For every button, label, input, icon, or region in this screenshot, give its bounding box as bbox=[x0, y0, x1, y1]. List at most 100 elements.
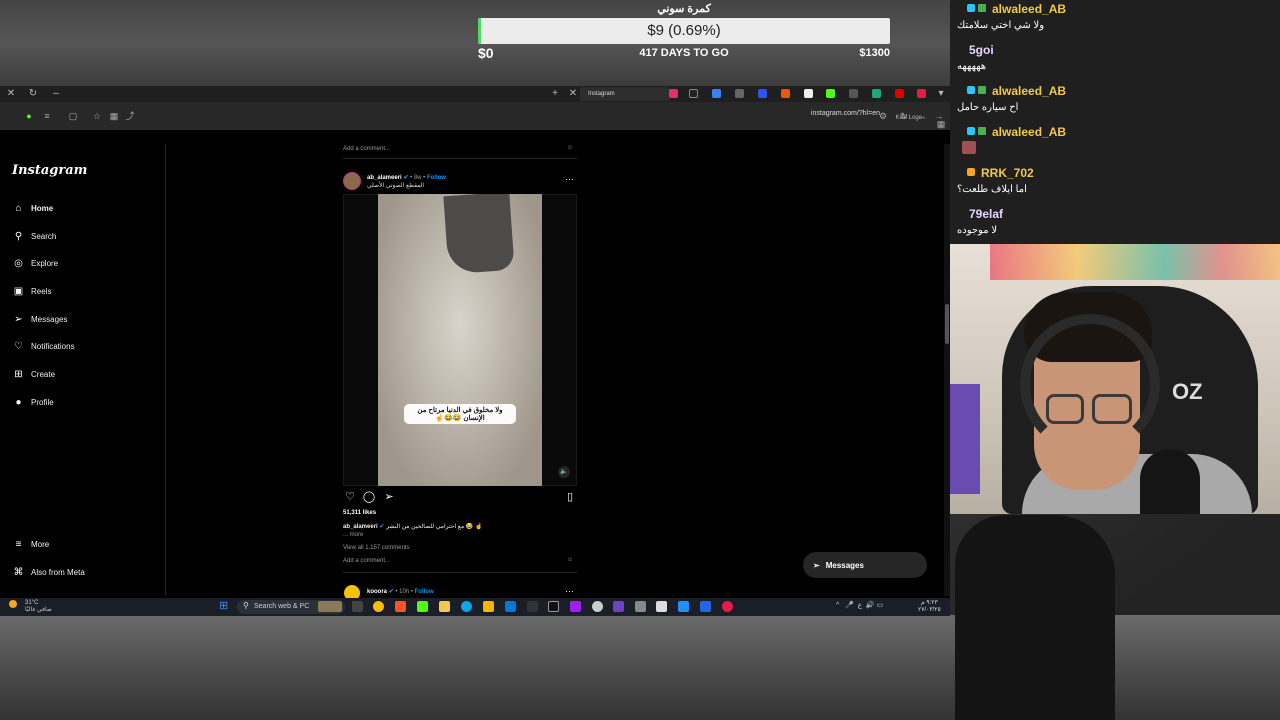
mute-icon[interactable]: 🔈 bbox=[558, 466, 570, 478]
chat-username[interactable]: alwaleed_AB bbox=[992, 125, 1066, 139]
chat-username[interactable]: 79elaf bbox=[969, 207, 1003, 221]
tab-instagram[interactable]: Instagram bbox=[580, 87, 670, 101]
kick-tab-icon[interactable] bbox=[826, 89, 835, 98]
brave-icon[interactable] bbox=[395, 601, 406, 612]
youtube-tab-icon[interactable] bbox=[895, 89, 904, 98]
diamond-tab-icon[interactable] bbox=[712, 89, 721, 98]
post-username[interactable]: ab_alameeri bbox=[367, 175, 402, 181]
system-tray[interactable]: ^ 🎤 ع 🔊 ▭ bbox=[836, 601, 916, 613]
tiktok-tab-icon[interactable] bbox=[689, 89, 698, 98]
chevron-down-icon[interactable]: ▾ bbox=[934, 87, 948, 101]
star-icon[interactable]: ☆ bbox=[90, 109, 104, 123]
add-comment-input[interactable]: Add a comment... bbox=[343, 558, 390, 564]
globe-tab-icon-2[interactable] bbox=[849, 89, 858, 98]
collections-icon[interactable]: ▦ bbox=[107, 109, 121, 123]
app-icon-4[interactable] bbox=[678, 601, 689, 612]
chat-username[interactable]: alwaleed_AB bbox=[992, 2, 1066, 16]
goal-progress-bar: $9 (0.69%) bbox=[478, 18, 890, 44]
share-icon[interactable]: ➢ bbox=[382, 490, 396, 504]
list-icon[interactable]: ≡ bbox=[40, 109, 54, 123]
app-icon[interactable] bbox=[483, 601, 494, 612]
emoji-icon[interactable]: ☺ bbox=[567, 145, 573, 151]
refresh-icon[interactable]: ↻ bbox=[26, 87, 40, 101]
nav-label: Notifications bbox=[31, 341, 75, 351]
nav-home[interactable]: ⌂ Home bbox=[12, 200, 53, 216]
app-icon-3[interactable] bbox=[656, 601, 667, 612]
app-icon-2[interactable] bbox=[635, 601, 646, 612]
messages-button[interactable]: ➢ Messages bbox=[803, 552, 927, 578]
edge-icon[interactable] bbox=[461, 601, 472, 612]
minimize-icon[interactable]: – bbox=[49, 87, 63, 101]
search-highlight-icon[interactable] bbox=[318, 601, 342, 612]
nav-messages[interactable]: ➢ Messages bbox=[12, 311, 67, 327]
caption-username[interactable]: ab_alameeri bbox=[343, 524, 378, 530]
steam-icon[interactable] bbox=[592, 601, 603, 612]
avatar[interactable] bbox=[343, 172, 361, 190]
emoji-icon[interactable]: ☺ bbox=[567, 557, 573, 563]
grid-icon[interactable]: ▦ bbox=[934, 117, 948, 131]
chrome-icon[interactable] bbox=[373, 601, 384, 612]
stream-scene: كمرة سوني $9 (0.69%) $0 417 DAYS TO GO $… bbox=[0, 0, 1280, 720]
instagram-logo[interactable]: Instagram bbox=[12, 163, 87, 178]
text-app-icon[interactable] bbox=[700, 601, 711, 612]
like-icon[interactable]: ♡ bbox=[343, 490, 357, 504]
kick-logo-bookmark[interactable]: Kick Logo bbox=[896, 115, 922, 121]
nav-profile[interactable]: ● Profile bbox=[12, 394, 53, 410]
add-comment-input[interactable]: Add a comment... bbox=[343, 146, 390, 152]
scrollbar-thumb[interactable] bbox=[945, 304, 949, 344]
weather-widget[interactable]: 31°C صافي غالبًا bbox=[9, 600, 52, 614]
green-tab-icon[interactable] bbox=[872, 89, 881, 98]
nav-also-from-meta[interactable]: ⌘ Also from Meta bbox=[12, 564, 85, 580]
post-video[interactable]: ولا مخلوق في الدنيا مرتاح من الإنسان 😂😂☝… bbox=[378, 194, 542, 486]
obs-icon[interactable] bbox=[548, 601, 559, 612]
options-icon[interactable]: ⋯ bbox=[565, 586, 574, 597]
nav-explore[interactable]: ◎ Explore bbox=[12, 255, 58, 271]
nav-more[interactable]: ≡ More bbox=[12, 536, 50, 552]
red-tab-icon[interactable] bbox=[917, 89, 926, 98]
ig-feed: Add a comment... ☺ ab_alameeri ✔ • 8w • … bbox=[343, 144, 577, 601]
blue-tab-icon[interactable] bbox=[758, 89, 767, 98]
share-icon[interactable]: ⤴ bbox=[123, 109, 137, 123]
new-tab-icon[interactable]: + bbox=[548, 87, 562, 101]
close-icon[interactable]: ✕ bbox=[4, 87, 18, 101]
globe-tab-icon[interactable] bbox=[735, 89, 744, 98]
chat-username[interactable]: alwaleed_AB bbox=[992, 84, 1066, 98]
app-icon-5[interactable] bbox=[722, 601, 733, 612]
instagram-tab-icon[interactable] bbox=[669, 89, 678, 98]
file-explorer-icon[interactable] bbox=[439, 601, 450, 612]
twitch-icon[interactable] bbox=[613, 601, 624, 612]
clock[interactable]: ٩:٢٣ م ٢٧/٠٣/٢٥ bbox=[918, 600, 941, 614]
view-comments-link[interactable]: View all 1,157 comments bbox=[343, 545, 410, 551]
more-link[interactable]: ... more bbox=[343, 532, 363, 538]
post-time: • 10h • bbox=[395, 589, 413, 595]
comment-icon[interactable]: ◯ bbox=[362, 490, 376, 504]
chat-username[interactable]: RRK_702 bbox=[981, 166, 1034, 180]
bookmark-icon[interactable]: ▯ bbox=[563, 490, 577, 504]
search-icon: ⚲ bbox=[14, 230, 23, 242]
nav-search[interactable]: ⚲ Search bbox=[12, 228, 57, 244]
kick-icon[interactable] bbox=[417, 601, 428, 612]
windows-start-icon[interactable]: ⊞ bbox=[219, 600, 231, 612]
avatar-icon: ● bbox=[15, 396, 22, 408]
post-username[interactable]: kooora bbox=[367, 589, 387, 595]
follow-button[interactable]: Follow bbox=[427, 175, 446, 181]
store-icon[interactable] bbox=[505, 601, 516, 612]
tabs-icon[interactable]: ▢ bbox=[66, 109, 80, 123]
purple-app-icon[interactable] bbox=[570, 601, 581, 612]
eye-tab-icon[interactable] bbox=[804, 89, 813, 98]
likes-count[interactable]: 51,311 likes bbox=[343, 510, 376, 516]
nav-reels[interactable]: ▣ Reels bbox=[12, 283, 52, 299]
tab-close-icon[interactable]: ✕ bbox=[566, 87, 580, 101]
task-view-icon[interactable] bbox=[352, 601, 363, 612]
site-settings-icon[interactable]: ⚙ bbox=[876, 109, 890, 123]
options-icon[interactable]: ⋯ bbox=[565, 174, 574, 185]
nav-notifications[interactable]: ♡ Notifications bbox=[12, 338, 75, 354]
chat-username[interactable]: 5goi bbox=[969, 43, 994, 57]
extension-icon[interactable]: ● bbox=[22, 109, 36, 123]
post-audio[interactable]: المقطع الصوتي الأصلي bbox=[367, 182, 424, 189]
orange-tab-icon[interactable] bbox=[781, 89, 790, 98]
follow-button[interactable]: Follow bbox=[415, 589, 434, 595]
url-field[interactable]: instagram.com/?hl=en bbox=[780, 110, 880, 117]
slack-icon[interactable] bbox=[527, 601, 538, 612]
nav-create[interactable]: ⊞ Create bbox=[12, 366, 55, 382]
